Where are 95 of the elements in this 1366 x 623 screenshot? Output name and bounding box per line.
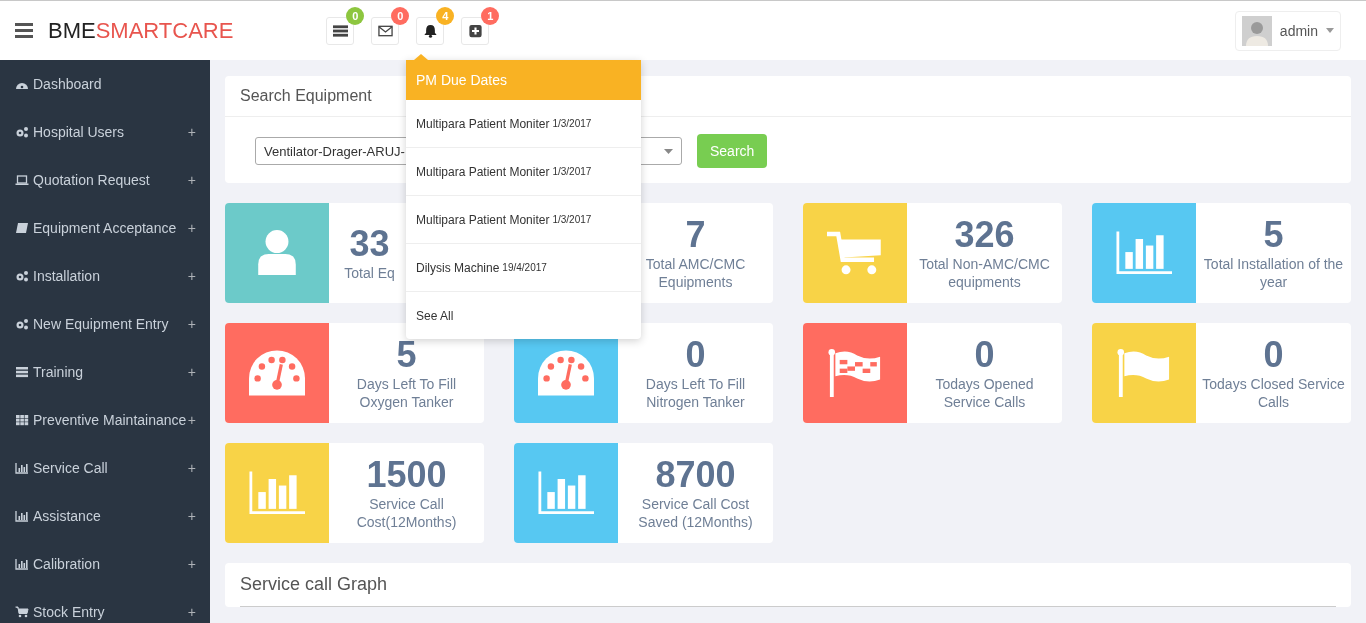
- expand-icon: +: [187, 556, 196, 572]
- stat-value: 8700: [655, 455, 736, 495]
- sidebar-label: Quotation Request: [33, 172, 150, 188]
- tasks-icon: [332, 23, 348, 38]
- caret-icon: [1326, 28, 1334, 33]
- stat-value: 0: [685, 335, 706, 375]
- laptop-icon: [15, 174, 29, 186]
- panel-title: Service call Graph: [240, 563, 1336, 607]
- sidebar-label: Installation: [33, 268, 100, 284]
- book-icon: [15, 222, 29, 234]
- stat-label: Total Non-AMC/CMC equipments: [918, 255, 1051, 291]
- cart-icon: [827, 229, 883, 277]
- expand-icon: +: [187, 220, 196, 236]
- dropdown-item[interactable]: Dilysis Machine 19/4/2017: [406, 244, 641, 292]
- stat-label: Total AMC/CMC Equipments: [644, 255, 747, 291]
- expand-icon: +: [187, 604, 196, 620]
- expand-icon: +: [187, 412, 196, 428]
- user-menu[interactable]: admin: [1234, 10, 1341, 51]
- cogs-icon: [15, 318, 29, 330]
- expand-icon: +: [187, 364, 196, 380]
- cogs-icon: [15, 126, 29, 138]
- count-badge: 4: [436, 6, 455, 25]
- flag-icon: [1116, 349, 1172, 397]
- stat-label: Total Installation of the year: [1202, 255, 1345, 291]
- notification-button[interactable]: [461, 16, 490, 45]
- stat-value: 33: [349, 224, 390, 264]
- dropdown-title: PM Due Dates: [406, 60, 641, 100]
- bar-chart-icon: [15, 558, 29, 570]
- gauge-icon: [249, 349, 305, 397]
- bar-chart-icon: [15, 462, 29, 474]
- bar-chart-icon: [249, 469, 305, 517]
- sidebar-label: Hospital Users: [33, 124, 125, 140]
- sidebar-item[interactable]: Equipment Acceptance +: [0, 204, 210, 252]
- stat-label: Total Eq: [344, 264, 395, 282]
- sidebar-label: Training: [33, 364, 84, 380]
- sidebar-label: Assistance: [33, 508, 101, 524]
- mail-icon: [377, 23, 393, 38]
- sidebar-item[interactable]: Hospital Users +: [0, 108, 210, 156]
- expand-icon: +: [187, 268, 196, 284]
- caret-icon: [664, 148, 673, 154]
- stat-label: Service Call Cost(12Months): [355, 495, 458, 531]
- bar-chart-icon: [1116, 229, 1172, 277]
- sidebar-item[interactable]: Installation +: [0, 252, 210, 300]
- bar-chart-icon: [15, 510, 29, 522]
- tasks-icon: [15, 366, 29, 378]
- sidebar-item[interactable]: Quotation Request +: [0, 156, 210, 204]
- sidebar-label: Service Call: [33, 460, 108, 476]
- expand-icon: +: [187, 172, 196, 188]
- dropdown-item[interactable]: Multipara Patient Moniter 1/3/2017: [406, 196, 641, 244]
- sidebar-item[interactable]: Assistance +: [0, 492, 210, 540]
- expand-icon: +: [187, 508, 196, 524]
- brand-logo[interactable]: BMESMARTCARE: [48, 17, 234, 44]
- expand-icon: +: [187, 460, 196, 476]
- sidebar-label: Calibration: [33, 556, 100, 572]
- sidebar-label: Preventive Maintainance: [33, 412, 187, 428]
- count-badge: 1: [481, 6, 500, 25]
- stat-value: 0: [1263, 335, 1284, 375]
- sidebar-label: New Equipment Entry: [33, 316, 169, 332]
- checkered-flag-icon: [827, 349, 883, 397]
- stat-value: 1500: [366, 455, 447, 495]
- sidebar-item[interactable]: Training +: [0, 348, 210, 396]
- sidebar-item[interactable]: Calibration +: [0, 540, 210, 588]
- avatar-icon: [1241, 15, 1272, 46]
- stat-value: 326: [954, 215, 1015, 255]
- dropdown-item[interactable]: Multipara Patient Moniter 1/3/2017: [406, 148, 641, 196]
- grid-icon: [15, 414, 29, 426]
- expand-icon: +: [187, 124, 196, 140]
- sidebar-label: Stock Entry: [33, 604, 105, 620]
- stat-label: Days Left To Fill Oxygen Tanker: [355, 375, 458, 411]
- bar-chart-icon: [538, 469, 594, 517]
- sidebar-item[interactable]: New Equipment Entry +: [0, 300, 210, 348]
- menu-icon[interactable]: [15, 23, 33, 38]
- sidebar-item[interactable]: Dashboard: [0, 60, 210, 108]
- cogs-icon: [15, 270, 29, 282]
- gauge-icon: [538, 349, 594, 397]
- sidebar-label: Dashboard: [33, 76, 102, 92]
- stat-label: Days Left To Fill Nitrogen Tanker: [644, 375, 747, 411]
- cart-icon: [15, 606, 29, 618]
- stat-value: 0: [974, 335, 995, 375]
- stat-value: 7: [685, 215, 706, 255]
- sidebar-label: Equipment Acceptance: [33, 220, 177, 236]
- sidebar-item[interactable]: Service Call +: [0, 444, 210, 492]
- expand-icon: +: [187, 316, 196, 332]
- count-badge: 0: [346, 6, 365, 25]
- stat-label: Todays Closed Service Calls: [1201, 375, 1346, 411]
- dropdown-item[interactable]: Multipara Patient Moniter 1/3/2017: [406, 100, 641, 148]
- plus-square-icon: [467, 23, 483, 38]
- sidebar-item[interactable]: Stock Entry +: [0, 588, 210, 623]
- dropdown-pointer: [414, 54, 428, 60]
- stat-label: Todays Opened Service Calls: [934, 375, 1035, 411]
- stat-value: 5: [1263, 215, 1284, 255]
- sidebar-item[interactable]: Preventive Maintainance+: [0, 396, 210, 444]
- bell-icon: [422, 23, 438, 38]
- count-badge: 0: [391, 6, 410, 25]
- stat-label: Service Call Cost Saved (12Months): [637, 495, 754, 531]
